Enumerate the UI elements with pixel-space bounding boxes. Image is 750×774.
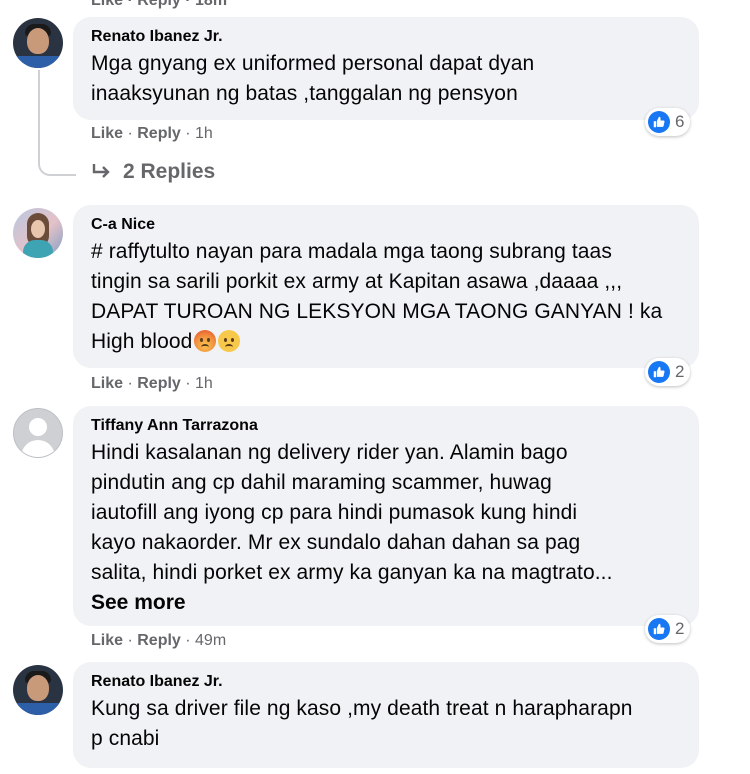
see-more-link[interactable]: See more xyxy=(91,588,685,618)
reaction-summary[interactable]: 2 xyxy=(645,615,691,643)
comment-author[interactable]: Tiffany Ann Tarrazona xyxy=(91,416,685,436)
reaction-count: 6 xyxy=(675,112,685,131)
comment-actions: Like · Reply · 1h xyxy=(91,125,213,142)
comment-bubble: C-a Nice # raffytulto nayan para madala … xyxy=(73,205,699,368)
comment-line: kayo nakaorder. Mr ex sundalo dahan daha… xyxy=(91,531,581,554)
comment-author[interactable]: Renato Ibanez Jr. xyxy=(91,27,685,47)
comment-actions: Like · Reply · 49m xyxy=(91,632,227,649)
comment-author[interactable]: C-a Nice xyxy=(91,215,685,235)
comment-line: DAPAT TUROAN NG LEKSYON MGA TAONG GANYAN… xyxy=(91,300,663,323)
comment-line-with-emoji: High blood xyxy=(91,327,685,357)
reply-link[interactable]: Reply xyxy=(137,125,181,142)
comment-line: inaaksyunan ng batas ,tanggalan ng pensy… xyxy=(91,82,518,105)
reaction-summary[interactable]: 2 xyxy=(645,358,691,386)
like-reaction-icon xyxy=(648,618,670,640)
avatar[interactable] xyxy=(13,18,63,68)
comment-time[interactable]: 1h xyxy=(195,125,213,142)
comment-time[interactable]: 1h xyxy=(195,375,213,392)
like-reaction-icon xyxy=(648,361,670,383)
view-replies-label: 2 Replies xyxy=(123,160,216,183)
comment-bubble: Renato Ibanez Jr. Kung sa driver file ng… xyxy=(73,662,699,768)
like-reaction-icon xyxy=(648,111,670,133)
comment-bubble: Tiffany Ann Tarrazona Hindi kasalanan ng… xyxy=(73,406,699,626)
angry-face-emoji xyxy=(194,330,217,352)
avatar[interactable] xyxy=(13,208,63,258)
avatar[interactable] xyxy=(13,408,63,458)
view-replies-button[interactable]: 2 Replies xyxy=(91,160,215,184)
comment-line: salita, hindi porket ex army ka ganyan k… xyxy=(91,561,613,584)
comment-time[interactable]: 49m xyxy=(195,632,226,649)
reaction-count: 2 xyxy=(675,619,685,638)
worried-face-emoji xyxy=(218,330,241,352)
reply-arrow-icon xyxy=(92,164,110,178)
comment-line: tingin sa sarili porkit ex army at Kapit… xyxy=(91,270,623,293)
thread-line xyxy=(38,70,40,152)
comment-text: Hindi kasalanan ng delivery rider yan. A… xyxy=(91,438,685,588)
like-link[interactable]: Like xyxy=(91,632,123,649)
comment-line: Hindi kasalanan ng delivery rider yan. A… xyxy=(91,441,568,464)
comment-bubble: Renato Ibanez Jr. Mga gnyang ex uniforme… xyxy=(73,17,699,120)
comment-author[interactable]: Renato Ibanez Jr. xyxy=(91,672,685,692)
comment-line: # raffytulto nayan para madala mga taong… xyxy=(91,240,612,263)
comment-line: Kung sa driver file ng kaso ,my death tr… xyxy=(91,697,633,720)
reaction-count: 2 xyxy=(675,362,685,381)
comment-line: iautofill ang iyong cp para hindi pumaso… xyxy=(91,501,578,524)
comment-line: Mga gnyang ex uniformed personal dapat d… xyxy=(91,52,535,75)
like-link[interactable]: Like xyxy=(91,375,123,392)
comment-text: # raffytulto nayan para madala mga taong… xyxy=(91,237,685,357)
reply-link[interactable]: Reply xyxy=(137,375,181,392)
comment-actions: Like · Reply · 1h xyxy=(91,375,213,392)
reaction-summary[interactable]: 6 xyxy=(645,108,691,136)
comment-line: pindutin ang cp dahil maraming scammer, … xyxy=(91,471,552,494)
reply-link[interactable]: Reply xyxy=(137,632,181,649)
comment-line: p cnabi xyxy=(91,727,160,750)
like-link[interactable]: Like xyxy=(91,125,123,142)
thread-curve xyxy=(38,150,76,176)
avatar[interactable] xyxy=(13,665,63,715)
previous-comment-actions: Like · Reply · 18m xyxy=(91,0,228,9)
comment-text: Kung sa driver file ng kaso ,my death tr… xyxy=(91,694,685,754)
comment-text: Mga gnyang ex uniformed personal dapat d… xyxy=(91,49,685,109)
comment-line: High blood xyxy=(91,330,193,353)
